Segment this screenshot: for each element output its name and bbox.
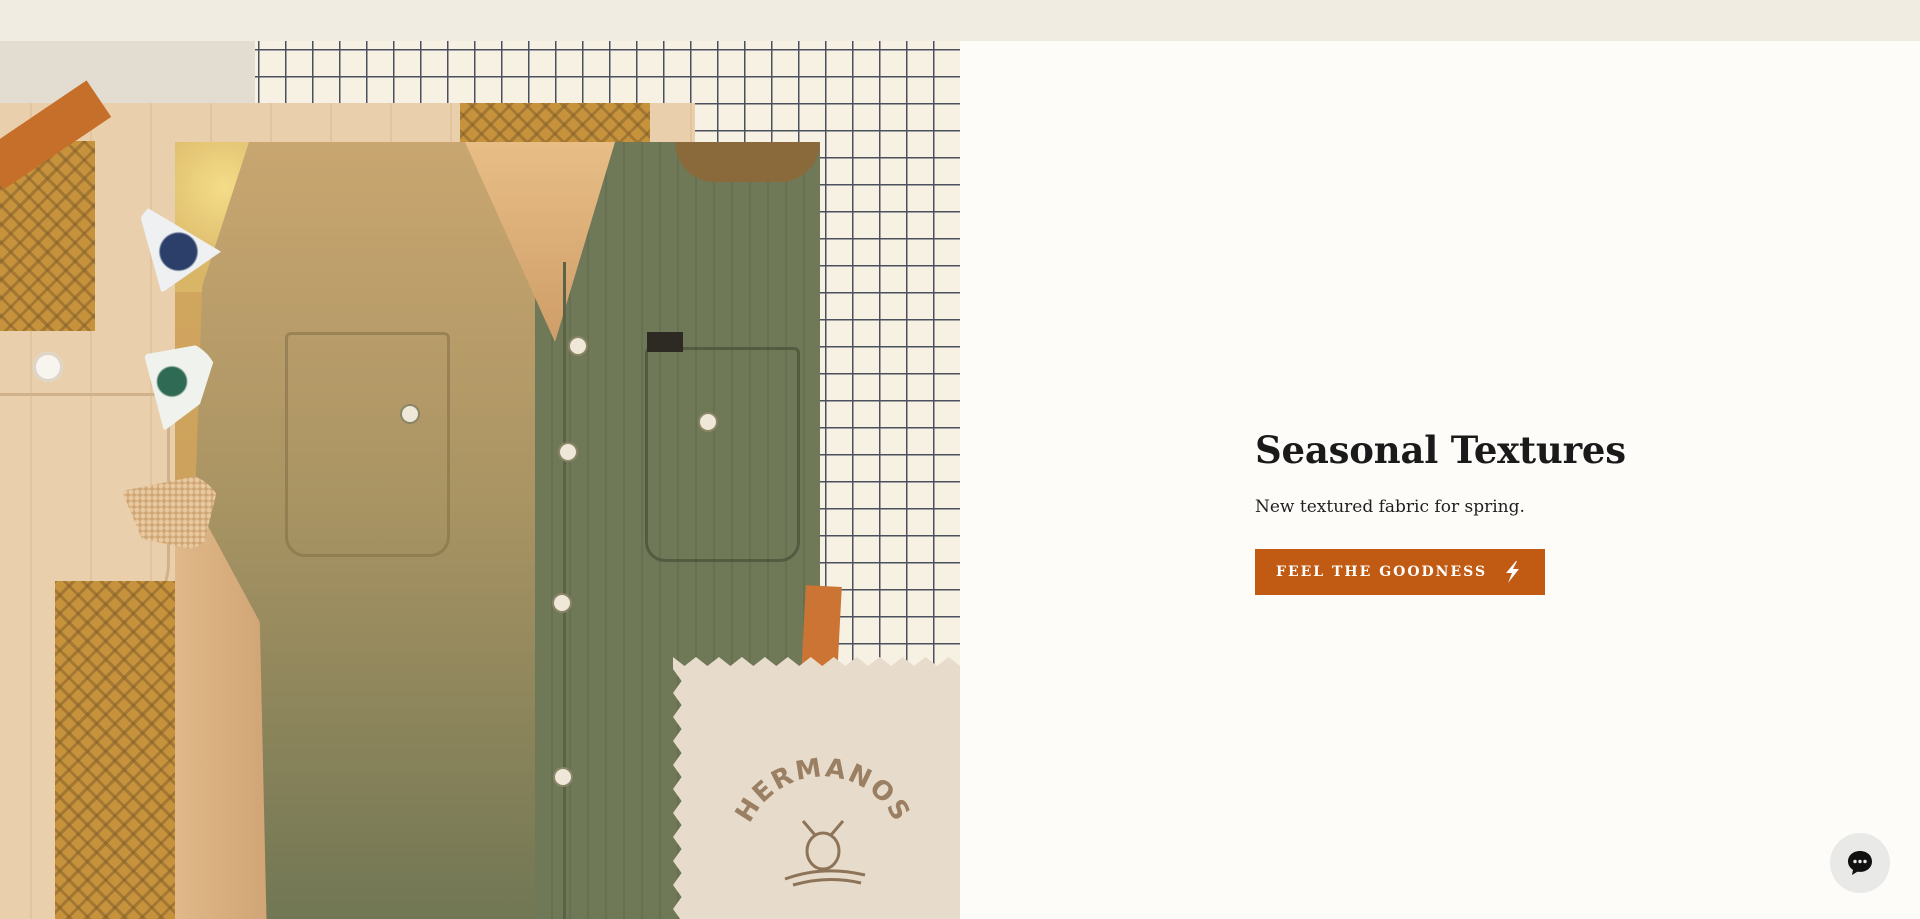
feel-the-goodness-button[interactable]: FEEL THE GOODNESS <box>1255 548 1546 595</box>
hero-subtitle: New textured fabric for spring. <box>1255 496 1525 517</box>
snap-button <box>554 595 570 611</box>
model-hair <box>675 142 820 182</box>
hero-panel: Seasonal Textures New textured fabric fo… <box>960 41 1920 919</box>
snap-button <box>570 338 586 354</box>
shirt-placket <box>563 262 566 919</box>
cta-label: FEEL THE GOODNESS <box>1276 563 1488 580</box>
embroidery-pattern <box>460 103 650 147</box>
snap-button <box>402 406 418 422</box>
hermanos-logo: HERMANOS <box>733 753 913 887</box>
chat-launcher-button[interactable] <box>1830 833 1890 893</box>
chat-bubble-icon <box>1848 851 1872 875</box>
hero-title: Seasonal Textures <box>1255 428 1626 472</box>
hero-collage-image: HERMANOS <box>0 41 960 919</box>
svg-text:HERMANOS: HERMANOS <box>733 753 913 828</box>
snap-button <box>560 444 576 460</box>
shirt-pocket-right <box>645 347 800 562</box>
snap-button <box>555 769 571 785</box>
shirt-pocket-left <box>285 332 450 557</box>
brand-tag <box>647 332 683 352</box>
snap-button <box>700 414 716 430</box>
embroidery-pattern <box>55 581 175 919</box>
top-strip <box>0 0 1920 41</box>
shirt-button <box>33 352 63 382</box>
hero-content: Seasonal Textures New textured fabric fo… <box>1255 430 1755 595</box>
lightning-bolt-icon <box>1506 560 1520 583</box>
hermanos-patch: HERMANOS <box>673 657 960 919</box>
paper-scrap <box>0 41 255 103</box>
